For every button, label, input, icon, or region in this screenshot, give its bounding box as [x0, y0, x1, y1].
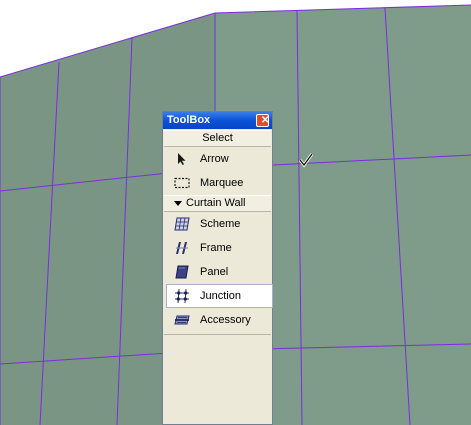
- tool-junction-label: Junction: [200, 290, 241, 302]
- junction-icon: [175, 289, 189, 303]
- curtain-wall-section-label: Curtain Wall: [186, 197, 246, 209]
- tool-scheme[interactable]: Scheme: [164, 212, 271, 236]
- panel-icon: [175, 265, 189, 279]
- tool-accessory[interactable]: Accessory: [164, 308, 271, 332]
- tool-frame-label: Frame: [200, 242, 232, 254]
- select-section-header[interactable]: Select: [164, 130, 271, 147]
- toolbox-body: Select Arrow Marquee Curtain Wall Scheme…: [164, 130, 273, 332]
- toolbox-window: ToolBox ✕ Select Arrow Marquee Curtain W…: [162, 111, 273, 425]
- accessory-icon: [174, 315, 190, 325]
- tool-frame[interactable]: Frame: [164, 236, 271, 260]
- curtain-wall-section-header[interactable]: Curtain Wall: [164, 195, 271, 212]
- tool-arrow-label: Arrow: [200, 153, 229, 165]
- scheme-icon: [174, 217, 190, 231]
- close-icon[interactable]: ✕: [256, 114, 269, 127]
- marquee-icon: [174, 177, 190, 189]
- tool-panel-label: Panel: [200, 266, 229, 278]
- select-section-label: Select: [202, 132, 233, 144]
- tool-scheme-label: Scheme: [200, 218, 241, 230]
- chevron-down-icon: [174, 201, 182, 206]
- toolbox-bottom-divider: [164, 334, 271, 335]
- tool-panel[interactable]: Panel: [164, 260, 271, 284]
- tool-marquee[interactable]: Marquee: [164, 171, 271, 195]
- tool-arrow[interactable]: Arrow: [164, 147, 271, 171]
- toolbox-title: ToolBox: [167, 114, 211, 126]
- toolbox-title-bar[interactable]: ToolBox ✕: [163, 112, 272, 129]
- frame-icon: [176, 242, 188, 254]
- arrow-pointer-icon: [178, 153, 186, 165]
- tool-marquee-label: Marquee: [200, 177, 244, 189]
- tool-junction[interactable]: Junction: [166, 284, 273, 308]
- tool-accessory-label: Accessory: [200, 314, 251, 326]
